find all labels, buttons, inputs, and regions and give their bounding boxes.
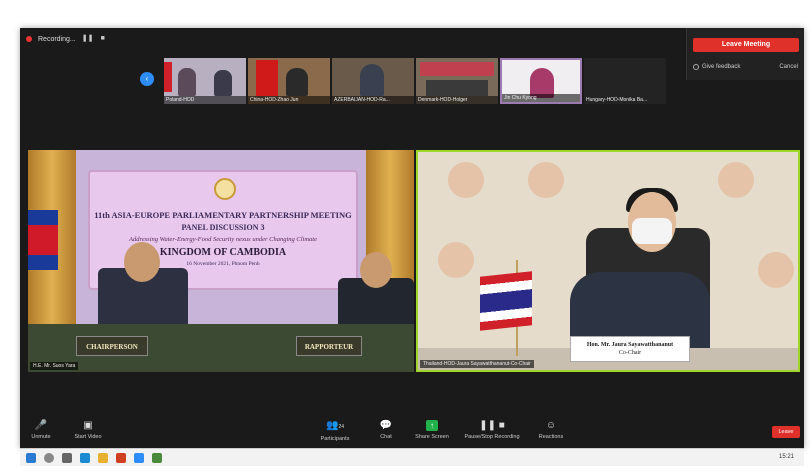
- file-explorer-icon[interactable]: [98, 453, 108, 463]
- participants-label: Participants: [320, 436, 350, 442]
- radio-icon[interactable]: [693, 64, 699, 70]
- unmute-button[interactable]: 🎤 Unmute: [26, 420, 56, 440]
- banner-panel: PANEL DISCUSSION 3: [181, 223, 265, 232]
- chat-icon: 💬: [379, 420, 393, 431]
- wall-pattern: [718, 162, 754, 198]
- participant-name: Jin Chu Kyong: [502, 94, 580, 102]
- participant-name: Denmark-HOD-Holger: [416, 96, 498, 104]
- give-feedback-option[interactable]: Give feedback: [693, 64, 740, 70]
- emblem-icon: [214, 178, 236, 200]
- chat-button[interactable]: 💬 Chat: [374, 420, 398, 440]
- smiley-icon: ☺: [545, 420, 557, 431]
- leave-meeting-button[interactable]: Leave Meeting: [693, 38, 799, 52]
- share-screen-label: Share Screen: [415, 434, 449, 440]
- chevron-left-icon: ‹: [145, 74, 149, 83]
- reactions-button[interactable]: ☺ Reactions: [534, 420, 568, 440]
- thailand-flag: [480, 271, 532, 331]
- record-dot-icon: [26, 36, 32, 42]
- video-tile-cambodia[interactable]: 11th ASIA-EUROPE PARLIAMENTARY PARTNERSH…: [28, 150, 414, 372]
- video-caption: Thailand-HOD-Jaura Sayawatthananut-Co-Ch…: [420, 360, 534, 368]
- chairperson-head: [124, 242, 160, 282]
- rapporteur-head: [360, 252, 392, 288]
- edge-icon[interactable]: [80, 453, 90, 463]
- pause-recording-icon[interactable]: ❚❚: [82, 35, 94, 43]
- wall-pattern: [448, 162, 484, 198]
- start-video-label: Start Video: [74, 434, 102, 440]
- start-video-button[interactable]: ▣ Start Video: [68, 420, 108, 440]
- pause-stop-icon: ❚❚ ■: [479, 420, 505, 431]
- nameplate-name: Hon. Mr. Jaura Sayawatthananut: [586, 342, 674, 348]
- app-icon[interactable]: [152, 453, 162, 463]
- zoom-icon[interactable]: [134, 453, 144, 463]
- video-tile-thailand[interactable]: Hon. Mr. Jaura Sayawatthananut Co-Chair …: [416, 150, 800, 372]
- participant-name: AZERBAIJAN-HOD-Ra...: [332, 96, 414, 104]
- unmute-label: Unmute: [31, 434, 51, 440]
- video-caption: H.E. Mr. Suos Yara: [30, 362, 79, 370]
- participant-name: Hungary-HOD-Monika Ba...: [586, 97, 648, 103]
- participant-thumbnail[interactable]: Hungary-HOD-Monika Ba...: [584, 58, 666, 104]
- recording-label: Recording...: [38, 35, 76, 43]
- share-screen-button[interactable]: ↑ Share Screen: [412, 420, 452, 440]
- share-screen-icon: ↑: [426, 420, 438, 431]
- give-feedback-label: Give feedback: [702, 64, 741, 70]
- leave-button[interactable]: Leave: [772, 426, 800, 438]
- pause-stop-label: Pause/Stop Recording: [464, 434, 520, 440]
- clock: 15:21: [778, 454, 794, 460]
- task-view-icon[interactable]: [62, 453, 72, 463]
- participants-count: 24: [338, 424, 344, 430]
- reactions-label: Reactions: [538, 434, 564, 440]
- chairperson-nameplate: CHAIRPERSON: [76, 336, 148, 356]
- cancel-button[interactable]: Cancel: [779, 64, 798, 70]
- wall-pattern: [528, 162, 564, 198]
- rapporteur-nameplate: RAPPORTEUR: [296, 336, 362, 356]
- speaker-nameplate: Hon. Mr. Jaura Sayawatthananut Co-Chair: [570, 336, 690, 362]
- video-off-icon: ▣: [83, 420, 93, 431]
- participants-icon: 👥24: [325, 420, 344, 431]
- wall-pattern: [438, 242, 474, 278]
- participants-button[interactable]: 👥24 Participants: [316, 420, 354, 442]
- participant-thumbnail[interactable]: Jin Chu Kyong: [500, 58, 582, 104]
- participant-name: China-HOD-Zhao Jun: [248, 96, 330, 104]
- office-icon[interactable]: [116, 453, 126, 463]
- windows-taskbar: 15:21: [20, 448, 804, 466]
- filmstrip-prev-button[interactable]: ‹: [140, 72, 154, 86]
- leave-meeting-popup: Leave Meeting Give feedback Cancel: [686, 28, 804, 80]
- cambodia-flag: [28, 210, 58, 270]
- participant-thumbnail[interactable]: Denmark-HOD-Holger: [416, 58, 498, 104]
- nameplate-role: Co-Chair: [618, 350, 642, 356]
- chat-label: Chat: [380, 434, 392, 440]
- pause-stop-recording-button[interactable]: ❚❚ ■ Pause/Stop Recording: [462, 420, 522, 440]
- recording-indicator: Recording... ❚❚ ■: [26, 32, 108, 46]
- wall-pattern: [758, 252, 794, 288]
- banner-topic: Addressing Water-Energy-Food Security ne…: [129, 236, 317, 243]
- meeting-toolbar: 🎤 Unmute ▣ Start Video 👥24 Participants …: [20, 418, 804, 448]
- participant-name: Poland-HOD: [164, 96, 246, 104]
- participant-thumbnail[interactable]: AZERBAIJAN-HOD-Ra...: [332, 58, 414, 104]
- banner-title: 11th ASIA-EUROPE PARLIAMENTARY PARTNERSH…: [94, 210, 352, 220]
- stop-recording-icon[interactable]: ■: [98, 35, 108, 43]
- face-mask: [632, 218, 672, 244]
- microphone-muted-icon: 🎤: [34, 420, 48, 431]
- windows-start-icon[interactable]: [26, 453, 36, 463]
- participant-thumbnail[interactable]: Poland-HOD: [164, 58, 246, 104]
- zoom-window: Recording... ❚❚ ■ Leave Meeting Give fee…: [20, 28, 804, 448]
- search-icon[interactable]: [44, 453, 54, 463]
- participant-thumbnail[interactable]: China-HOD-Zhao Jun: [248, 58, 330, 104]
